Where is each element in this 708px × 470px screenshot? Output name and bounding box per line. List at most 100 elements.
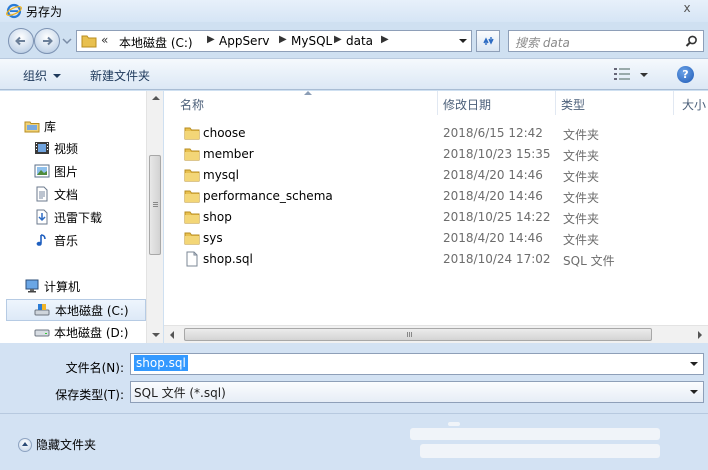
organize-button[interactable]: 组织 (23, 67, 62, 84)
breadcrumb-appserv[interactable]: AppServ (219, 34, 269, 48)
nav-label: 视频 (54, 142, 79, 156)
ie-icon (6, 3, 22, 19)
column-label: 类型 (561, 98, 586, 112)
command-bar: 组织 新建文件夹 ? (0, 58, 708, 90)
file-type: 文件夹 (563, 149, 600, 163)
collapse-icon (18, 438, 32, 452)
recent-pages-dropdown[interactable] (62, 36, 72, 46)
file-type: 文件夹 (563, 233, 600, 247)
grip-icon (407, 332, 408, 337)
refresh-icon (483, 37, 494, 45)
breadcrumb-overflow[interactable]: « (101, 33, 108, 47)
nav-label: 本地磁盘 (D:) (54, 326, 129, 340)
title-bar: 另存为 x (0, 0, 708, 22)
view-details-icon[interactable] (614, 68, 630, 80)
back-arrow-icon (15, 36, 25, 46)
file-row[interactable]: sys 2018/4/20 14:46 文件夹 (164, 228, 708, 249)
scroll-down-icon[interactable] (152, 333, 160, 337)
computer-icon (25, 279, 39, 293)
file-type: 文件夹 (563, 212, 600, 226)
file-name: mysql (203, 168, 239, 182)
nav-label: 计算机 (44, 280, 81, 294)
file-date: 2018/10/23 15:35 (443, 147, 551, 161)
close-button[interactable]: x (672, 0, 702, 16)
obscured-region (420, 444, 660, 458)
folder-icon (184, 169, 200, 182)
dialog-footer: 隐藏文件夹 (0, 413, 708, 470)
chevron-down-icon (53, 74, 62, 78)
breadcrumb-drive-c[interactable]: 本地磁盘 (C:) (119, 34, 193, 51)
column-header-name[interactable]: 名称 (164, 91, 438, 115)
help-button[interactable]: ? (677, 66, 694, 83)
filetype-select[interactable]: SQL 文件 (*.sql) (130, 381, 704, 403)
file-row[interactable]: member 2018/10/23 15:35 文件夹 (164, 144, 708, 165)
file-name: member (203, 147, 254, 161)
file-row[interactable]: choose 2018/6/15 12:42 文件夹 (164, 123, 708, 144)
filename-value[interactable]: shop.sql (134, 355, 188, 371)
obscured-region (410, 428, 660, 440)
forward-button[interactable] (34, 28, 60, 54)
breadcrumb-separator-icon[interactable]: ▶ (207, 34, 215, 45)
file-type: 文件夹 (563, 128, 600, 142)
address-bar[interactable]: « 本地磁盘 (C:) ▶ AppServ ▶ MySQL ▶ data ▶ (76, 30, 472, 52)
hide-folders-label: 隐藏文件夹 (36, 438, 97, 452)
folder-icon (184, 232, 200, 245)
file-name: choose (203, 126, 246, 140)
file-date: 2018/4/20 14:46 (443, 189, 543, 203)
drive-icon (34, 329, 50, 337)
file-date: 2018/10/25 14:22 (443, 210, 551, 224)
search-placeholder: 搜索 data (515, 36, 570, 50)
save-form: 文件名(N): shop.sql 保存类型(T): SQL 文件 (*.sql) (0, 343, 708, 413)
chevron-down-icon[interactable] (690, 362, 698, 366)
file-date: 2018/10/24 17:02 (443, 252, 551, 266)
scroll-left-icon[interactable] (170, 331, 174, 339)
back-button[interactable] (8, 28, 34, 54)
filename-field[interactable]: shop.sql (130, 353, 704, 375)
breadcrumb-separator-icon[interactable]: ▶ (334, 34, 342, 45)
download-folder-icon (36, 209, 48, 225)
drive-icon (34, 304, 50, 316)
filetype-value: SQL 文件 (*.sql) (134, 386, 226, 400)
file-date: 2018/6/15 12:42 (443, 126, 543, 140)
file-list-horizontal-scrollbar[interactable] (164, 325, 708, 343)
folder-icon (81, 35, 97, 48)
file-row[interactable]: shop.sql 2018/10/24 17:02 SQL 文件 (164, 249, 708, 270)
file-date: 2018/4/20 14:46 (443, 231, 543, 245)
breadcrumb-mysql[interactable]: MySQL (291, 34, 332, 48)
breadcrumb-data[interactable]: data (346, 34, 373, 48)
scrollbar-thumb[interactable] (184, 328, 652, 341)
forward-arrow-icon (43, 36, 53, 46)
scroll-up-icon[interactable] (152, 96, 160, 100)
column-label: 大小 (682, 98, 707, 112)
search-input[interactable]: 搜索 data (508, 30, 704, 52)
new-folder-button[interactable]: 新建文件夹 (90, 67, 150, 84)
file-row[interactable]: shop 2018/10/25 14:22 文件夹 (164, 207, 708, 228)
nav-label: 文档 (54, 188, 79, 202)
file-type: SQL 文件 (563, 254, 615, 268)
nav-item-drive-c[interactable]: 本地磁盘 (C:) (6, 299, 146, 321)
file-row[interactable]: performance_schema 2018/4/20 14:46 文件夹 (164, 186, 708, 207)
file-date: 2018/4/20 14:46 (443, 168, 543, 182)
nav-label: 图片 (54, 165, 79, 179)
column-label: 修改日期 (443, 98, 492, 112)
scroll-right-icon[interactable] (698, 331, 702, 339)
scrollbar-thumb[interactable] (149, 155, 161, 255)
file-row[interactable]: mysql 2018/4/20 14:46 文件夹 (164, 165, 708, 186)
view-options-dropdown[interactable] (640, 73, 648, 77)
search-icon[interactable] (685, 35, 698, 48)
breadcrumb-separator-icon[interactable]: ▶ (279, 34, 287, 45)
address-dropdown-icon[interactable] (459, 39, 467, 43)
folder-icon (184, 127, 200, 140)
column-header-date[interactable]: 修改日期 (438, 91, 556, 115)
breadcrumb-separator-icon[interactable]: ▶ (381, 34, 389, 45)
folder-icon (184, 148, 200, 161)
hide-folders-button[interactable]: 隐藏文件夹 (18, 436, 96, 453)
column-header-type[interactable]: 类型 (556, 91, 674, 115)
column-header-size[interactable]: 大小 (674, 91, 708, 115)
filename-label: 文件名(N): (65, 361, 124, 375)
chevron-down-icon[interactable] (690, 390, 698, 394)
refresh-button[interactable] (476, 30, 500, 52)
filetype-label: 保存类型(T): (55, 388, 124, 402)
obscured-region (448, 422, 460, 426)
navigation-pane-scrollbar[interactable] (146, 91, 163, 343)
